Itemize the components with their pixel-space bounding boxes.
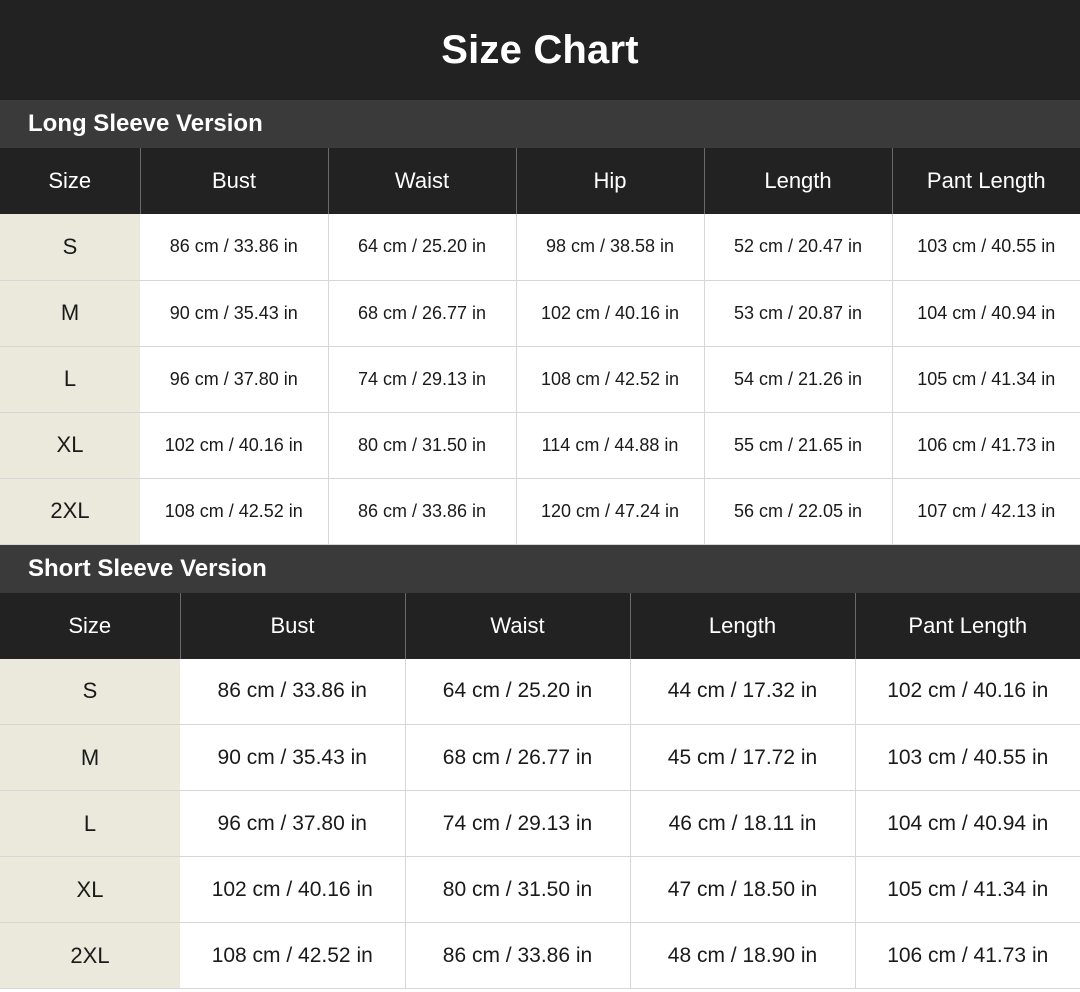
size-cell: S xyxy=(0,214,140,281)
bust-cell: 102 cm / 40.16 in xyxy=(180,856,406,923)
pant-length-cell: 104 cm / 40.94 in xyxy=(855,790,1080,857)
bust-cell: 108 cm / 42.52 in xyxy=(180,922,406,989)
pant-length-cell: 106 cm / 41.73 in xyxy=(892,412,1080,479)
column-header-bust: Bust xyxy=(140,148,329,214)
bust-cell: 86 cm / 33.86 in xyxy=(140,214,329,281)
waist-cell: 74 cm / 29.13 in xyxy=(405,790,631,857)
pant-length-cell: 105 cm / 41.34 in xyxy=(855,856,1080,923)
table-row: S 86 cm / 33.86 in 64 cm / 25.20 in 44 c… xyxy=(0,658,1080,725)
size-cell: XL xyxy=(0,856,180,923)
table-row: S 86 cm / 33.86 in 64 cm / 25.20 in 98 c… xyxy=(0,214,1080,281)
bust-cell: 108 cm / 42.52 in xyxy=(140,478,329,545)
bust-cell: 102 cm / 40.16 in xyxy=(140,412,329,479)
column-header-pant-length: Pant Length xyxy=(855,592,1080,659)
column-header-pant-length: Pant Length xyxy=(892,148,1080,214)
bust-cell: 96 cm / 37.80 in xyxy=(140,346,329,413)
pant-length-cell: 105 cm / 41.34 in xyxy=(892,346,1080,413)
hip-cell: 98 cm / 38.58 in xyxy=(516,214,705,281)
waist-cell: 68 cm / 26.77 in xyxy=(328,280,517,347)
table-row: XL 102 cm / 40.16 in 80 cm / 31.50 in 47… xyxy=(0,856,1080,923)
bust-cell: 90 cm / 35.43 in xyxy=(140,280,329,347)
waist-cell: 64 cm / 25.20 in xyxy=(328,214,517,281)
waist-cell: 74 cm / 29.13 in xyxy=(328,346,517,413)
pant-length-cell: 107 cm / 42.13 in xyxy=(892,478,1080,545)
length-cell: 53 cm / 20.87 in xyxy=(704,280,893,347)
long-sleeve-size-table: Size Bust Waist Hip Length Pant Length S… xyxy=(0,148,1080,545)
hip-cell: 108 cm / 42.52 in xyxy=(516,346,705,413)
length-cell: 56 cm / 22.05 in xyxy=(704,478,893,545)
hip-cell: 120 cm / 47.24 in xyxy=(516,478,705,545)
page-title: Size Chart xyxy=(441,27,639,72)
size-cell: XL xyxy=(0,412,140,479)
table-row: L 96 cm / 37.80 in 74 cm / 29.13 in 46 c… xyxy=(0,790,1080,857)
column-header-size: Size xyxy=(0,148,141,214)
length-cell: 55 cm / 21.65 in xyxy=(704,412,893,479)
long-sleeve-section-header: Long Sleeve Version xyxy=(0,100,1080,148)
size-cell: L xyxy=(0,790,180,857)
size-cell: M xyxy=(0,724,180,791)
length-cell: 47 cm / 18.50 in xyxy=(630,856,856,923)
hip-cell: 102 cm / 40.16 in xyxy=(516,280,705,347)
short-sleeve-heading: Short Sleeve Version xyxy=(28,554,267,582)
waist-cell: 68 cm / 26.77 in xyxy=(405,724,631,791)
waist-cell: 80 cm / 31.50 in xyxy=(328,412,517,479)
length-cell: 44 cm / 17.32 in xyxy=(630,658,856,725)
table-row: 2XL 108 cm / 42.52 in 86 cm / 33.86 in 4… xyxy=(0,922,1080,989)
column-header-size: Size xyxy=(0,592,181,659)
table-row: 2XL 108 cm / 42.52 in 86 cm / 33.86 in 1… xyxy=(0,478,1080,545)
length-cell: 45 cm / 17.72 in xyxy=(630,724,856,791)
bust-cell: 96 cm / 37.80 in xyxy=(180,790,406,857)
table-row: L 96 cm / 37.80 in 74 cm / 29.13 in 108 … xyxy=(0,346,1080,413)
pant-length-cell: 106 cm / 41.73 in xyxy=(855,922,1080,989)
column-header-waist: Waist xyxy=(405,592,631,659)
table-row: M 90 cm / 35.43 in 68 cm / 26.77 in 102 … xyxy=(0,280,1080,347)
short-sleeve-size-table: Size Bust Waist Length Pant Length S 86 … xyxy=(0,592,1080,989)
column-header-waist: Waist xyxy=(328,148,517,214)
pant-length-cell: 103 cm / 40.55 in xyxy=(855,724,1080,791)
column-header-length: Length xyxy=(630,592,856,659)
pant-length-cell: 104 cm / 40.94 in xyxy=(892,280,1080,347)
table-row: XL 102 cm / 40.16 in 80 cm / 31.50 in 11… xyxy=(0,412,1080,479)
bust-cell: 86 cm / 33.86 in xyxy=(180,658,406,725)
size-cell: 2XL xyxy=(0,922,180,989)
size-cell: S xyxy=(0,658,180,725)
table-header-row: Size Bust Waist Length Pant Length xyxy=(0,592,1080,659)
length-cell: 48 cm / 18.90 in xyxy=(630,922,856,989)
size-cell: L xyxy=(0,346,140,413)
table-header-row: Size Bust Waist Hip Length Pant Length xyxy=(0,148,1080,214)
size-cell: M xyxy=(0,280,140,347)
length-cell: 46 cm / 18.11 in xyxy=(630,790,856,857)
pant-length-cell: 102 cm / 40.16 in xyxy=(855,658,1080,725)
hip-cell: 114 cm / 44.88 in xyxy=(516,412,705,479)
length-cell: 52 cm / 20.47 in xyxy=(704,214,893,281)
short-sleeve-section-header: Short Sleeve Version xyxy=(0,544,1080,593)
table-row: M 90 cm / 35.43 in 68 cm / 26.77 in 45 c… xyxy=(0,724,1080,791)
waist-cell: 64 cm / 25.20 in xyxy=(405,658,631,725)
column-header-hip: Hip xyxy=(516,148,705,214)
column-header-length: Length xyxy=(704,148,893,214)
waist-cell: 86 cm / 33.86 in xyxy=(328,478,517,545)
size-cell: 2XL xyxy=(0,478,140,545)
bust-cell: 90 cm / 35.43 in xyxy=(180,724,406,791)
waist-cell: 86 cm / 33.86 in xyxy=(405,922,631,989)
pant-length-cell: 103 cm / 40.55 in xyxy=(892,214,1080,281)
long-sleeve-heading: Long Sleeve Version xyxy=(28,110,263,137)
column-header-bust: Bust xyxy=(180,592,406,659)
length-cell: 54 cm / 21.26 in xyxy=(704,346,893,413)
waist-cell: 80 cm / 31.50 in xyxy=(405,856,631,923)
title-bar: Size Chart xyxy=(0,0,1080,100)
